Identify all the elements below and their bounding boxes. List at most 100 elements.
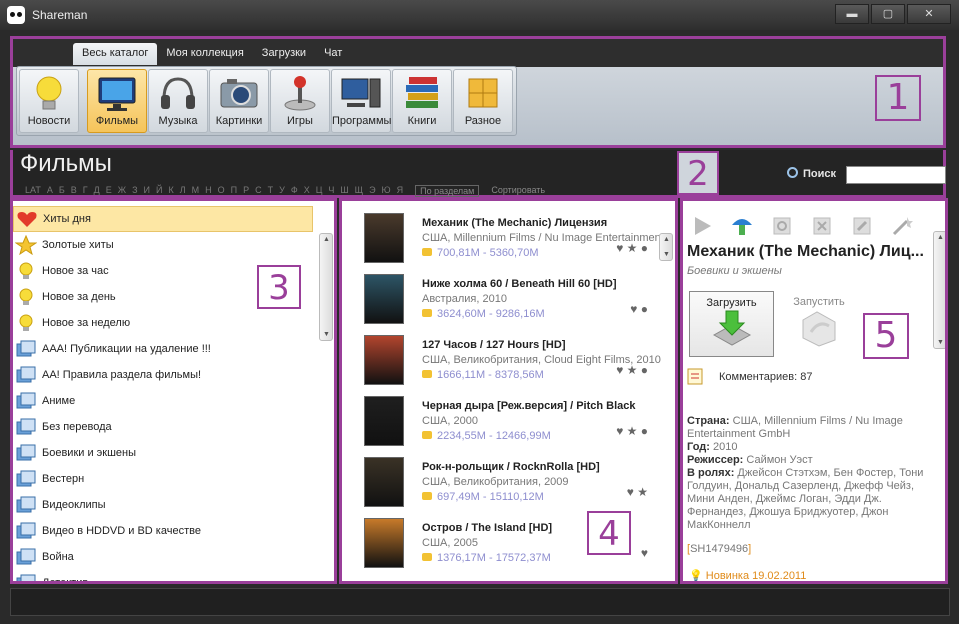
alpha-letter[interactable]: О: [218, 185, 225, 197]
film-list-scrollbar[interactable]: ▲ ▼: [659, 233, 673, 261]
scroll-down-icon[interactable]: ▼: [663, 251, 670, 258]
alpha-letter[interactable]: Щ: [355, 185, 363, 197]
folder-icon: [16, 392, 36, 409]
alpha-letter[interactable]: Ц: [316, 185, 323, 197]
alpha-letter[interactable]: Б: [59, 185, 65, 197]
film-list-item[interactable]: 127 Часов / 127 Hours [HD] США, Великобри…: [342, 329, 672, 390]
film-size-value: 1376,17M - 17572,37M: [437, 552, 551, 564]
alpha-letter[interactable]: Ф: [291, 185, 298, 197]
scroll-up-icon[interactable]: ▲: [937, 234, 944, 241]
category-list-item[interactable]: Боевики и экшены: [13, 440, 313, 466]
alpha-letter[interactable]: Й: [156, 185, 162, 197]
alpha-letter[interactable]: А: [47, 185, 53, 197]
alpha-letter[interactable]: Н: [205, 185, 212, 197]
category-misc-button[interactable]: Разное: [453, 69, 513, 133]
download-button[interactable]: Загрузить: [689, 291, 774, 357]
maximize-button[interactable]: ▢: [871, 4, 905, 24]
search-input[interactable]: [846, 166, 946, 184]
film-list-item[interactable]: Рок-н-рольщик / RocknRolla [HD] США, Вели…: [342, 451, 672, 512]
alpha-letter[interactable]: Р: [243, 185, 249, 197]
alpha-letter[interactable]: Ш: [340, 185, 348, 197]
alpha-letter[interactable]: Я: [397, 185, 404, 197]
category-programs-button[interactable]: Программы: [331, 69, 391, 133]
alpha-letter[interactable]: Е: [106, 185, 112, 197]
magic-wand-icon[interactable]: [889, 215, 915, 237]
category-list-item[interactable]: Без перевода: [13, 414, 313, 440]
scroll-up-icon[interactable]: ▲: [663, 236, 670, 243]
category-list-item[interactable]: Вестерн: [13, 466, 313, 492]
category-list-label: AAA! Публикации на удаление !!!: [42, 343, 211, 355]
category-list-item[interactable]: Война: [13, 544, 313, 570]
alpha-letter[interactable]: LAT: [25, 185, 41, 197]
category-list-item[interactable]: Детектив: [13, 570, 313, 581]
scroll-down-icon[interactable]: ▼: [937, 339, 944, 346]
play-icon[interactable]: [689, 215, 715, 237]
cast-label: В ролях:: [687, 467, 735, 479]
category-games-button[interactable]: Игры: [270, 69, 330, 133]
category-music-button[interactable]: Музыка: [148, 69, 208, 133]
category-list-item[interactable]: Видео в HDDVD и BD качестве: [13, 518, 313, 544]
scroll-up-icon[interactable]: ▲: [323, 236, 330, 243]
film-title: Черная дыра [Реж.версия] / Pitch Black: [422, 400, 636, 412]
alpha-letter[interactable]: Ж: [118, 185, 126, 197]
alpha-letter[interactable]: У: [279, 185, 285, 197]
category-list-item[interactable]: Хиты дня: [13, 206, 313, 232]
alpha-letter[interactable]: К: [168, 185, 173, 197]
run-button[interactable]: Запустить: [779, 291, 859, 357]
title-bar[interactable]: Shareman ▬ ▢ ✕: [0, 0, 959, 30]
folder-icon: [16, 522, 36, 539]
film-list-item[interactable]: Ниже холма 60 / Beneath Hill 60 [HD] Авст…: [342, 268, 672, 329]
category-list-item[interactable]: AAA! Публикации на удаление !!!: [13, 336, 313, 362]
mushroom-icon[interactable]: [729, 215, 755, 237]
alpha-letter[interactable]: Ю: [382, 185, 391, 197]
alpha-letter[interactable]: Г: [83, 185, 88, 197]
alpha-letter[interactable]: Т: [268, 185, 274, 197]
category-books-button[interactable]: Книги: [392, 69, 452, 133]
joystick-icon: [284, 76, 316, 111]
details-scrollbar[interactable]: ▲ ▼: [933, 231, 945, 349]
category-films-button[interactable]: Фильмы: [87, 69, 147, 133]
comments-link[interactable]: Комментариев: 87: [687, 368, 812, 385]
alpha-letter[interactable]: Д: [94, 185, 100, 197]
category-list-label: Без перевода: [42, 421, 112, 433]
tab-full-catalog[interactable]: Весь каталог: [73, 43, 158, 65]
headphones-icon: [161, 77, 195, 109]
minimize-button[interactable]: ▬: [835, 4, 869, 24]
film-list-item[interactable]: Черная дыра [Реж.версия] / Pitch Black СШ…: [342, 390, 672, 451]
alpha-letter[interactable]: П: [231, 185, 237, 197]
edit-icon[interactable]: [849, 215, 875, 237]
view-icon[interactable]: [769, 215, 795, 237]
category-list-scrollbar[interactable]: ▲ ▼: [319, 233, 333, 341]
search-label: Поиск: [787, 167, 836, 180]
category-list-item[interactable]: Золотые хиты: [13, 232, 313, 258]
lightbulb-icon: [36, 76, 62, 110]
delete-icon[interactable]: [809, 215, 835, 237]
alpha-letter[interactable]: С: [255, 185, 262, 197]
close-button[interactable]: ✕: [907, 4, 951, 24]
coins-icon: [422, 553, 432, 561]
category-news-button[interactable]: Новости: [19, 69, 79, 133]
alpha-letter[interactable]: Л: [180, 185, 186, 197]
alpha-letter[interactable]: И: [144, 185, 150, 197]
category-pictures-button[interactable]: Картинки: [209, 69, 269, 133]
tab-chat[interactable]: Чат: [315, 43, 351, 65]
alpha-letter[interactable]: В: [71, 185, 77, 197]
film-list-item[interactable]: Механик (The Mechanic) Лицензия США, Mill…: [342, 207, 672, 268]
alpha-letter[interactable]: М: [192, 185, 200, 197]
director-label: Режиссер:: [687, 454, 744, 466]
alpha-letter[interactable]: З: [132, 185, 137, 197]
by-section-button[interactable]: По разделам: [415, 185, 480, 197]
category-list-item[interactable]: Аниме: [13, 388, 313, 414]
scroll-down-icon[interactable]: ▼: [323, 331, 330, 338]
alpha-letter[interactable]: Ч: [328, 185, 334, 197]
alpha-letter[interactable]: Э: [369, 185, 375, 197]
main-tabs: Весь каталог Моя коллекция Загрузки Чат: [73, 43, 351, 65]
category-list-label: Война: [42, 551, 74, 563]
category-list-item[interactable]: Новое за неделю: [13, 310, 313, 336]
sort-button[interactable]: Сортировать: [491, 185, 545, 197]
tab-my-collection[interactable]: Моя коллекция: [157, 43, 252, 65]
category-list-item[interactable]: Видеоклипы: [13, 492, 313, 518]
tab-downloads[interactable]: Загрузки: [253, 43, 315, 65]
alpha-letter[interactable]: Х: [304, 185, 310, 197]
category-list-item[interactable]: AA! Правила раздела фильмы!: [13, 362, 313, 388]
